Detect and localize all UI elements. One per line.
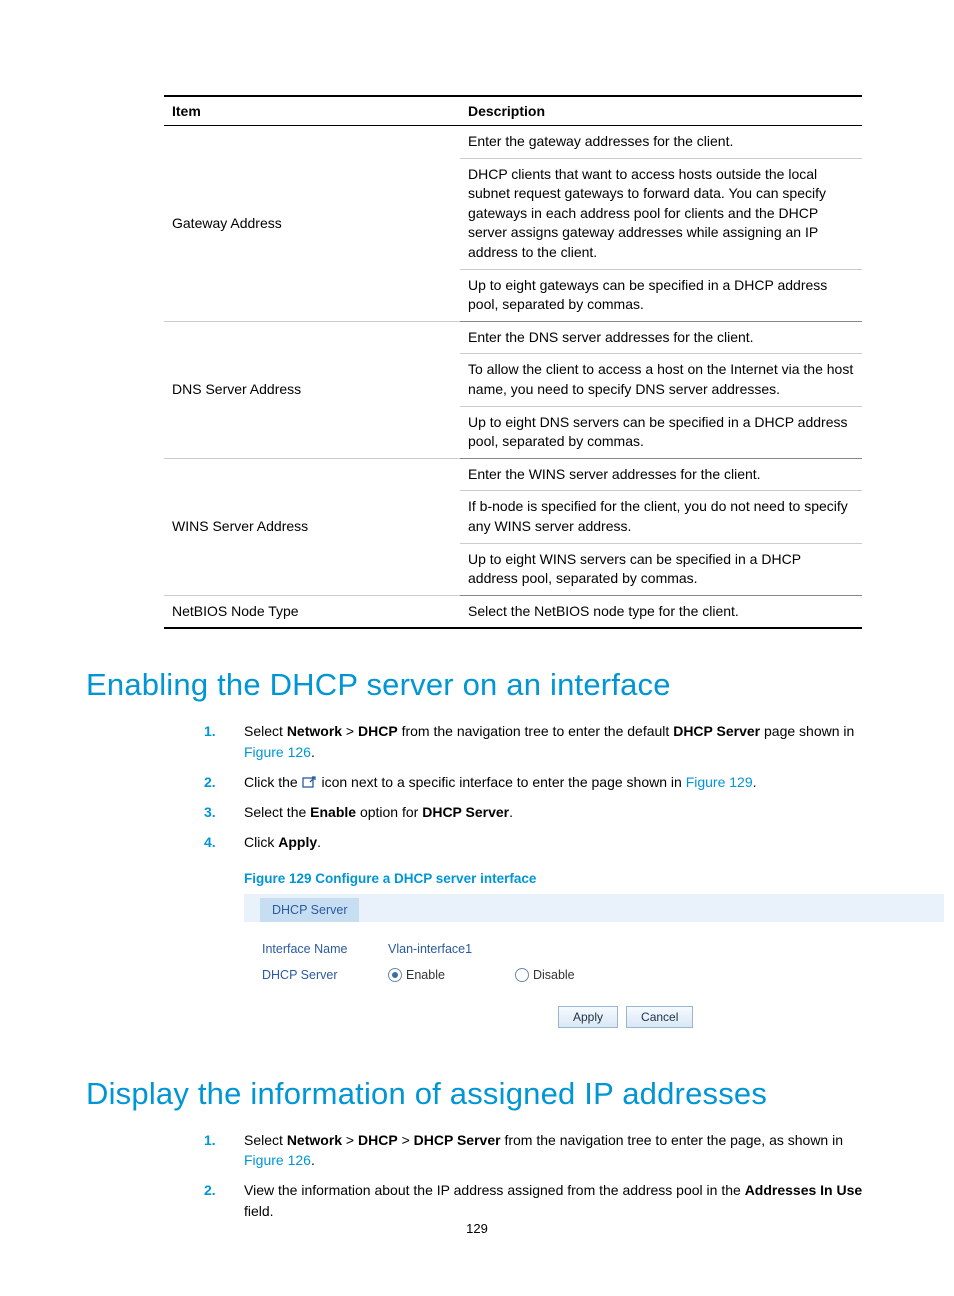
row-desc: To allow the client to access a host on …	[460, 354, 862, 406]
figure-129: DHCP Server Interface Name Vlan-interfac…	[244, 894, 944, 1028]
row-item-gateway: Gateway Address	[164, 126, 460, 322]
steps-enable-dhcp: Select Network > DHCP from the navigatio…	[204, 721, 868, 862]
row-desc: Up to eight gateways can be specified in…	[460, 269, 862, 321]
page-number: 129	[0, 1221, 954, 1236]
th-item: Item	[164, 96, 460, 126]
radio-circle-checked-icon	[388, 968, 402, 982]
step-4: Click Apply.	[204, 832, 868, 862]
figure-129-caption: Figure 129 Configure a DHCP server inter…	[244, 871, 868, 886]
link-figure-129[interactable]: Figure 129	[686, 774, 753, 790]
radio-disable[interactable]: Disable	[515, 968, 575, 982]
label-interface-name: Interface Name	[262, 942, 388, 956]
radio-enable[interactable]: Enable	[388, 968, 445, 982]
radio-circle-icon	[515, 968, 529, 982]
steps-display-info: Select Network > DHCP > DHCP Server from…	[204, 1130, 868, 1231]
step-1: Select Network > DHCP > DHCP Server from…	[204, 1130, 868, 1181]
fig-tabbar: DHCP Server	[244, 894, 944, 922]
edit-icon	[302, 774, 318, 788]
row-desc: DHCP clients that want to access hosts o…	[460, 158, 862, 269]
row-desc: Enter the DNS server addresses for the c…	[460, 321, 862, 354]
row-item-dns: DNS Server Address	[164, 321, 460, 458]
row-item-netbios: NetBIOS Node Type	[164, 595, 460, 628]
step-3: Select the Enable option for DHCP Server…	[204, 802, 868, 832]
row-desc: Select the NetBIOS node type for the cli…	[460, 595, 862, 628]
th-description: Description	[460, 96, 862, 126]
heading-enable-dhcp: Enabling the DHCP server on an interface	[86, 667, 868, 703]
heading-display-info: Display the information of assigned IP a…	[86, 1076, 868, 1112]
value-interface-name: Vlan-interface1	[388, 942, 472, 956]
link-figure-126[interactable]: Figure 126	[244, 1152, 311, 1168]
row-desc: Enter the gateway addresses for the clie…	[460, 126, 862, 159]
link-figure-126[interactable]: Figure 126	[244, 744, 311, 760]
cancel-button[interactable]: Cancel	[626, 1006, 693, 1028]
row-desc: Up to eight DNS servers can be specified…	[460, 406, 862, 458]
row-desc: Enter the WINS server addresses for the …	[460, 458, 862, 491]
label-dhcp-server: DHCP Server	[262, 968, 388, 982]
dhcp-options-table: Item Description Gateway Address Enter t…	[164, 95, 862, 629]
step-2: Click the icon next to a specific interf…	[204, 772, 868, 802]
tab-dhcp-server[interactable]: DHCP Server	[260, 898, 359, 922]
row-desc: Up to eight WINS servers can be specifie…	[460, 543, 862, 595]
apply-button[interactable]: Apply	[558, 1006, 618, 1028]
step-1: Select Network > DHCP from the navigatio…	[204, 721, 868, 772]
row-item-wins: WINS Server Address	[164, 458, 460, 595]
row-desc: If b-node is specified for the client, y…	[460, 491, 862, 543]
